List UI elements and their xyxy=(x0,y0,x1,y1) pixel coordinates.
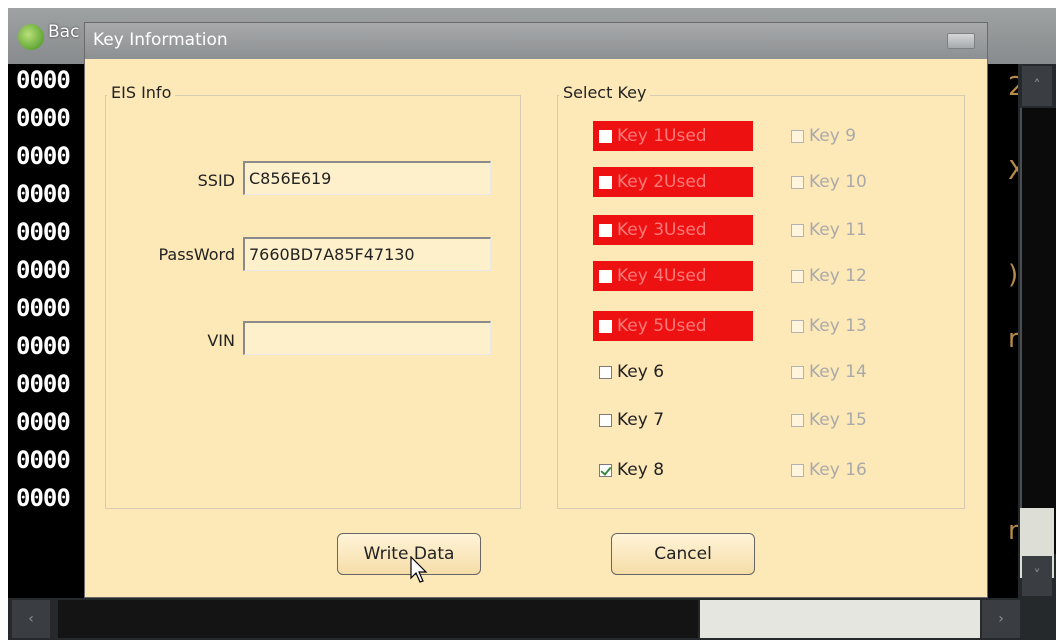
scrollbar-track[interactable] xyxy=(1020,108,1056,554)
key-10-checkbox: Key 10 xyxy=(791,167,867,197)
select-key-group xyxy=(557,95,965,509)
scroll-right-icon[interactable]: › xyxy=(982,600,1020,638)
checkbox-icon xyxy=(791,129,804,143)
eis-info-group xyxy=(105,95,521,509)
hex-row: 0000 xyxy=(16,256,71,284)
scroll-left-icon[interactable]: ‹ xyxy=(12,600,50,638)
ssid-field[interactable] xyxy=(243,161,491,195)
minimize-icon[interactable] xyxy=(947,33,975,49)
password-label: PassWord xyxy=(158,245,235,264)
key-7-checkbox[interactable]: Key 7 xyxy=(599,405,664,435)
key-label: Key 16 xyxy=(809,460,867,480)
checkbox-icon xyxy=(791,463,804,477)
hex-row: 0000 xyxy=(16,332,71,360)
checkbox-checked-icon xyxy=(599,463,612,477)
checkbox-icon xyxy=(791,223,804,237)
checkbox-icon xyxy=(791,413,804,427)
key-1-checkbox[interactable]: Key 1Used xyxy=(593,121,753,151)
key-5-checkbox[interactable]: Key 5Used xyxy=(593,311,753,341)
scrollbar-thumb[interactable] xyxy=(700,600,980,638)
key-6-checkbox[interactable]: Key 6 xyxy=(599,357,664,387)
dialog-title: Key Information xyxy=(93,30,228,50)
checkbox-icon xyxy=(599,365,612,379)
checkbox-icon xyxy=(599,319,612,333)
vertical-scrollbar[interactable]: ˄ ˅ xyxy=(1018,64,1056,598)
hex-row: 0000 xyxy=(16,370,71,398)
hex-row: 0000 xyxy=(16,218,71,246)
checkbox-icon xyxy=(791,319,804,333)
hex-row: 0000 xyxy=(16,408,71,436)
mouse-cursor-icon xyxy=(410,556,428,583)
key-label: Key 13 xyxy=(809,316,867,336)
checkbox-icon xyxy=(599,175,612,189)
write-data-button[interactable]: Write Data xyxy=(337,533,481,575)
checkbox-icon xyxy=(791,365,804,379)
hex-row: 0000 xyxy=(16,180,71,208)
hex-row: 0000 xyxy=(16,294,71,322)
vin-label: VIN xyxy=(207,331,235,350)
ssid-label: SSID xyxy=(197,171,235,190)
background-window-title: Bac xyxy=(48,22,80,42)
key-9-checkbox: Key 9 xyxy=(791,121,856,151)
key-4-checkbox[interactable]: Key 4Used xyxy=(593,261,753,291)
key-label: Key 1Used xyxy=(617,126,707,146)
hex-row: 0000 xyxy=(16,484,71,512)
key-8-checkbox[interactable]: Key 8 xyxy=(599,455,664,485)
key-3-checkbox[interactable]: Key 3Used xyxy=(593,215,753,245)
hex-row: 0000 xyxy=(16,142,71,170)
key-label: Key 2Used xyxy=(617,172,707,192)
checkbox-icon xyxy=(791,175,804,189)
key-label: Key 7 xyxy=(617,410,665,430)
key-label: Key 4Used xyxy=(617,266,707,286)
key-12-checkbox: Key 12 xyxy=(791,261,867,291)
cancel-button[interactable]: Cancel xyxy=(611,533,755,575)
hex-row: 0000 xyxy=(16,66,71,94)
background-glyph: ) xyxy=(1008,260,1019,290)
scroll-down-icon[interactable]: ˅ xyxy=(1022,556,1052,596)
checkbox-icon xyxy=(599,413,612,427)
hex-row: 0000 xyxy=(16,446,71,474)
key-label: Key 11 xyxy=(809,220,867,240)
key-label: Key 3Used xyxy=(617,220,707,240)
checkbox-icon xyxy=(599,129,612,143)
dialog-titlebar[interactable]: Key Information xyxy=(85,23,987,59)
checkbox-icon xyxy=(599,269,612,283)
hex-row: 0000 xyxy=(16,104,71,132)
key-label: Key 5Used xyxy=(617,316,707,336)
key-information-dialog: Key Information EIS Info SSID PassWord V… xyxy=(84,22,988,598)
eis-info-label: EIS Info xyxy=(107,83,176,102)
app-logo-icon xyxy=(18,24,44,50)
checkbox-icon xyxy=(599,223,612,237)
key-label: Key 6 xyxy=(617,362,665,382)
scroll-up-icon[interactable]: ˄ xyxy=(1022,66,1052,106)
key-label: Key 12 xyxy=(809,266,867,286)
password-field[interactable] xyxy=(243,237,491,271)
key-label: Key 14 xyxy=(809,362,867,382)
key-label: Key 9 xyxy=(809,126,857,146)
key-2-checkbox[interactable]: Key 2Used xyxy=(593,167,753,197)
key-label: Key 10 xyxy=(809,172,867,192)
key-label: Key 8 xyxy=(617,460,665,480)
horizontal-scrollbar[interactable]: ‹ › xyxy=(8,598,1056,640)
key-label: Key 15 xyxy=(809,410,867,430)
checkbox-icon xyxy=(791,269,804,283)
key-16-checkbox: Key 16 xyxy=(791,455,867,485)
key-14-checkbox: Key 14 xyxy=(791,357,867,387)
scrollbar-track[interactable] xyxy=(58,600,698,638)
select-key-label: Select Key xyxy=(559,83,651,102)
key-11-checkbox: Key 11 xyxy=(791,215,867,245)
key-13-checkbox: Key 13 xyxy=(791,311,867,341)
key-15-checkbox: Key 15 xyxy=(791,405,867,435)
vin-field[interactable] xyxy=(243,321,491,355)
